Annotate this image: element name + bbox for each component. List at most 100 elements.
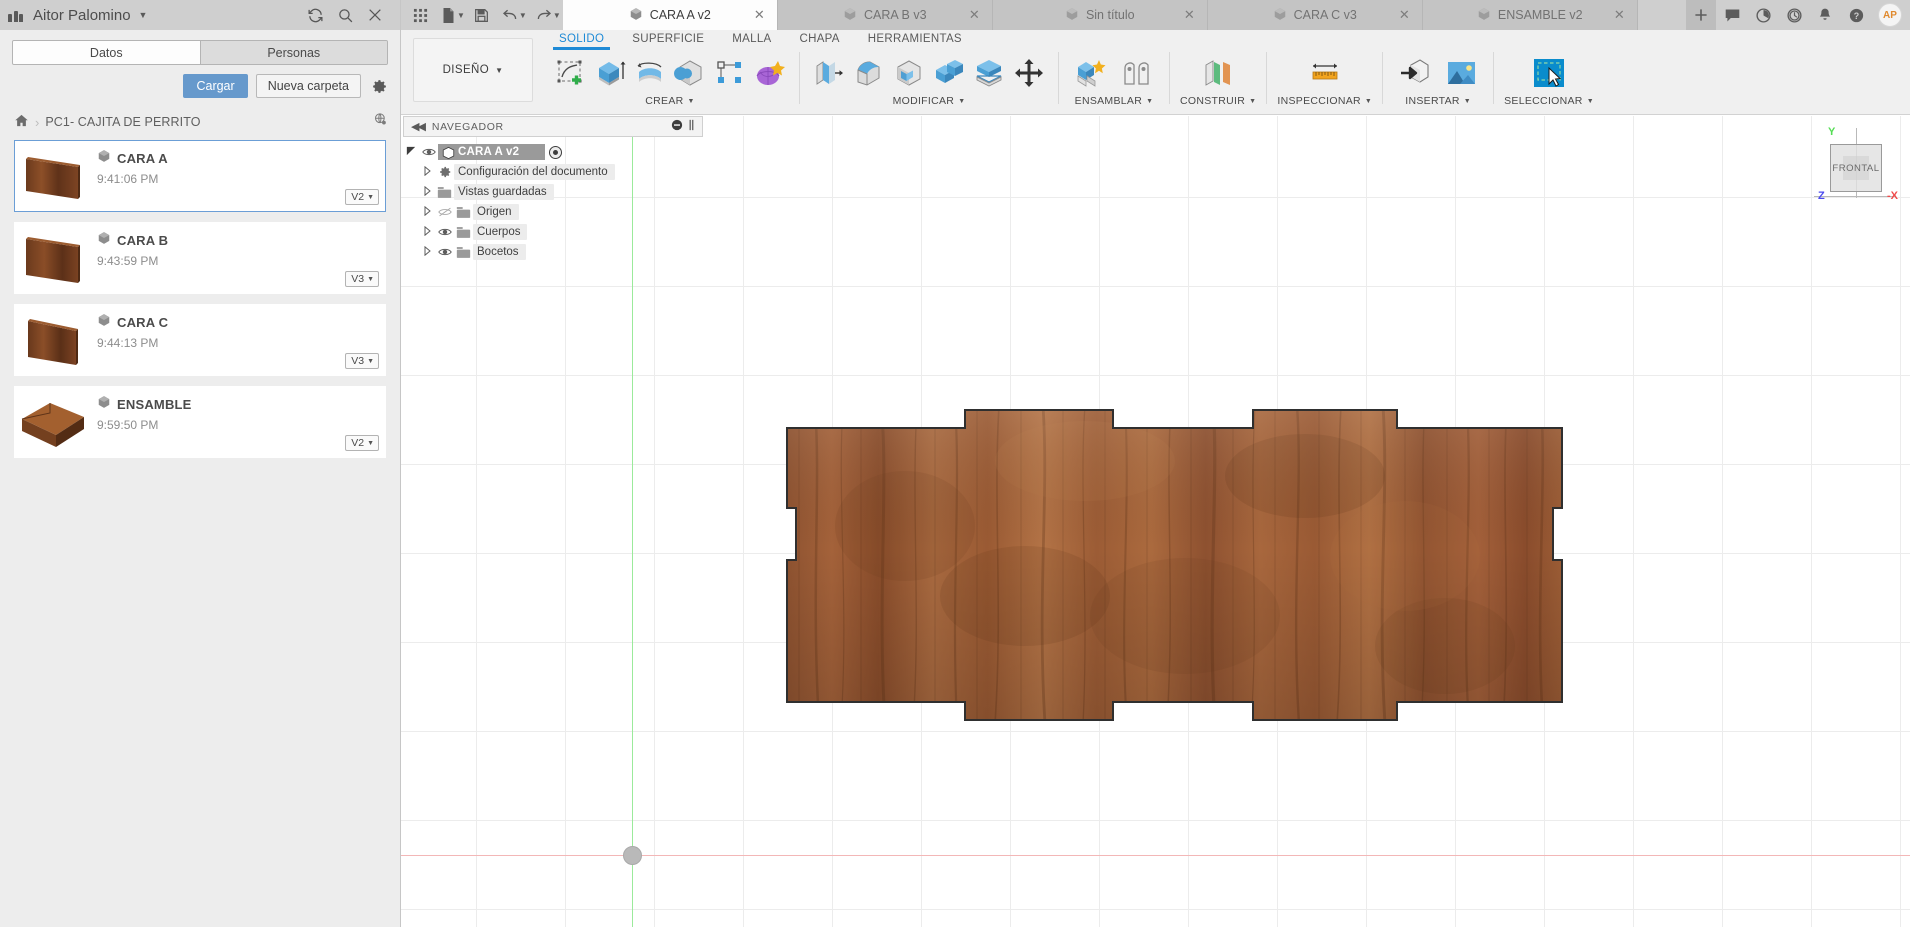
visibility-eye-icon[interactable] [435,246,454,258]
tree-row-configuracion[interactable]: Configuración del documento [403,162,703,182]
revolve-icon[interactable] [631,53,669,93]
measure-icon[interactable] [1303,53,1347,93]
chevron-down-icon[interactable]: ▼ [553,11,561,20]
recent-icon[interactable] [1779,0,1809,30]
expand-arrow-icon[interactable] [419,185,435,198]
doc-tab-cara-a[interactable]: CARA A v2 ✕ [562,0,778,30]
close-icon[interactable]: ✕ [754,7,765,23]
visibility-eye-icon[interactable] [435,226,454,238]
version-badge[interactable]: V2 ▼ [345,189,379,205]
fillet-icon[interactable] [850,53,888,93]
comment-icon[interactable] [1717,0,1747,30]
split-body-icon[interactable] [970,53,1008,93]
version-badge[interactable]: V3 ▼ [345,271,379,287]
gear-icon[interactable] [369,76,389,96]
chevron-down-icon[interactable]: ▼ [457,11,465,20]
minus-circle-icon[interactable] [671,119,683,134]
ribbon-tab-herramientas[interactable]: HERRAMIENTAS [854,33,976,45]
chevron-down-icon[interactable]: ▼ [139,10,148,20]
ribbon-tab-superficie[interactable]: SUPERFICIE [618,33,718,45]
close-icon[interactable]: ✕ [1184,7,1195,23]
visibility-eye-icon[interactable] [419,146,438,158]
list-item[interactable]: ENSAMBLE 9:59:50 PM V2 ▼ [14,386,386,458]
redo-group[interactable]: ▼ [531,0,563,30]
ribbon-group-label[interactable]: CONSTRUIR ▼ [1180,95,1256,107]
globe-icon[interactable] [373,112,388,132]
expand-arrow-icon[interactable] [419,225,435,238]
new-component-icon[interactable] [1069,53,1113,93]
visibility-eye-off-icon[interactable] [435,206,454,218]
help-icon[interactable]: ? [1841,0,1871,30]
3d-canvas[interactable]: ◀◀ NAVEGADOR CARA A v2 Configuración del… [401,116,1910,927]
upload-button[interactable]: Cargar [183,74,248,98]
ribbon-group-label[interactable]: MODIFICAR ▼ [893,95,966,107]
ribbon-group-label[interactable]: CREAR ▼ [645,95,695,107]
create-sketch-icon[interactable] [551,53,589,93]
undo-group[interactable]: ▼ [497,0,529,30]
pin-icon[interactable] [688,119,698,134]
tree-row-cuerpos[interactable]: Cuerpos [403,222,703,242]
workspace-switcher-button[interactable]: DISEÑO ▼ [413,38,533,102]
expand-arrow-icon[interactable] [419,205,435,218]
home-icon[interactable] [14,113,29,131]
tree-row-origen[interactable]: Origen [403,202,703,222]
chevron-down-icon[interactable]: ▼ [519,11,527,20]
expand-arrow-icon[interactable] [419,245,435,258]
close-icon[interactable]: ✕ [1399,7,1410,23]
ribbon-group-label[interactable]: ENSAMBLAR ▼ [1075,95,1154,107]
close-icon[interactable]: ✕ [969,7,980,23]
insert-canvas-icon[interactable] [1439,53,1483,93]
doc-tab-cara-b[interactable]: CARA B v3 ✕ [777,0,993,30]
refresh-icon[interactable] [300,0,330,30]
wooden-plank-body[interactable] [785,406,1564,724]
new-folder-button[interactable]: Nueva carpeta [255,74,361,98]
ribbon-group-label[interactable]: INSPECCIONAR ▼ [1277,95,1372,107]
list-item[interactable]: CARA A 9:41:06 PM V2 ▼ [14,140,386,212]
close-icon[interactable]: ✕ [1614,7,1625,23]
job-status-icon[interactable] [1748,0,1778,30]
save-icon[interactable] [469,0,495,30]
combine-icon[interactable] [930,53,968,93]
shell-icon[interactable] [890,53,928,93]
origin-point-icon[interactable] [623,846,642,865]
viewcube-face-frontal[interactable]: FRONTAL [1830,144,1882,192]
close-icon[interactable] [360,0,390,30]
ribbon-group-label[interactable]: SELECCIONAR ▼ [1504,95,1594,107]
plus-icon[interactable] [1686,0,1716,30]
new-document-group[interactable]: ▼ [435,0,467,30]
view-cube[interactable]: Y FRONTAL -X Z [1812,126,1898,206]
tab-personas[interactable]: Personas [199,41,387,64]
insert-derive-icon[interactable] [1393,53,1437,93]
extrude-icon[interactable] [591,53,629,93]
collapse-icon[interactable]: ◀◀ [411,120,426,133]
active-component-icon[interactable] [549,145,563,159]
expand-arrow-icon[interactable] [419,165,435,178]
offset-plane-icon[interactable] [1196,53,1240,93]
list-item[interactable]: CARA B 9:43:59 PM V3 ▼ [14,222,386,294]
doc-tab-cara-c[interactable]: CARA C v3 ✕ [1207,0,1423,30]
ribbon-tab-solido[interactable]: SOLIDO [545,33,618,50]
ribbon-tab-chapa[interactable]: CHAPA [786,33,854,45]
form-icon[interactable] [751,53,789,93]
doc-tab-sin-titulo[interactable]: Sin título ✕ [992,0,1208,30]
breadcrumb-path[interactable]: PC1- CAJITA DE PERRITO [45,115,200,129]
version-badge[interactable]: V3 ▼ [345,353,379,369]
search-icon[interactable] [330,0,360,30]
expand-arrow-icon[interactable] [403,146,419,158]
doc-tab-ensamble[interactable]: ENSAMBLE v2 ✕ [1422,0,1638,30]
avatar[interactable]: AP [1878,3,1902,27]
list-item[interactable]: CARA C 9:44:13 PM V3 ▼ [14,304,386,376]
ribbon-group-label[interactable]: INSERTAR ▼ [1405,95,1471,107]
press-pull-icon[interactable] [810,53,848,93]
sweep-icon[interactable] [671,53,709,93]
ribbon-tab-malla[interactable]: MALLA [718,33,785,45]
tree-row-bocetos[interactable]: Bocetos [403,242,703,262]
tree-row-root[interactable]: CARA A v2 [403,142,703,162]
move-copy-icon[interactable] [1010,53,1048,93]
bell-icon[interactable] [1810,0,1840,30]
selection-filter-icon[interactable] [1527,53,1571,93]
pattern-icon[interactable] [711,53,749,93]
joint-icon[interactable] [1115,53,1159,93]
version-badge[interactable]: V2 ▼ [345,435,379,451]
tree-row-vistas-guardadas[interactable]: Vistas guardadas [403,182,703,202]
